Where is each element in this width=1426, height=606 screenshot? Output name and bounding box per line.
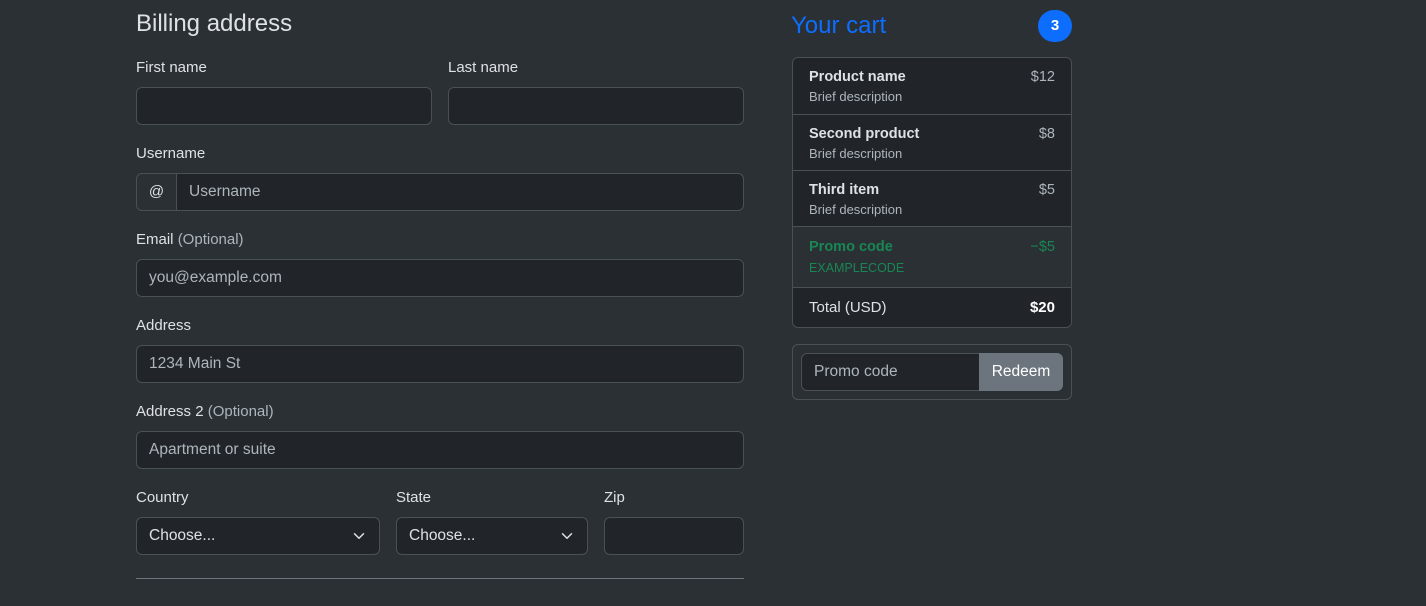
email-optional-text: (Optional)	[177, 231, 244, 248]
country-select[interactable]: Choose...	[136, 517, 380, 555]
state-label: State	[396, 489, 432, 506]
email-label-text: Email	[136, 231, 174, 248]
state-select[interactable]: Choose...	[396, 517, 588, 555]
first-name-label: First name	[136, 59, 207, 76]
cart-item-description: Brief description	[809, 89, 903, 104]
cart-title: Your cart	[791, 12, 887, 39]
country-selected-value: Choose...	[149, 527, 216, 544]
cart-list: Product name Brief description $12 Secon…	[792, 57, 1072, 328]
email-input[interactable]: you@example.com	[136, 259, 744, 297]
first-name-input[interactable]	[136, 87, 432, 125]
chevron-down-icon	[353, 533, 365, 539]
address-label: Address	[136, 317, 192, 334]
cart-item-description: Brief description	[809, 202, 903, 217]
zip-input[interactable]	[604, 517, 744, 555]
email-label: Email (Optional)	[136, 231, 244, 248]
username-input[interactable]: Username	[176, 173, 744, 211]
address2-label: Address 2 (Optional)	[136, 403, 274, 420]
total-amount: $20	[1029, 299, 1055, 316]
address-input[interactable]: 1234 Main St	[136, 345, 744, 383]
cart-item-price: $8	[1038, 126, 1055, 142]
address2-input[interactable]: Apartment or suite	[136, 431, 744, 469]
username-prefix: @	[136, 173, 177, 211]
last-name-label: Last name	[448, 59, 519, 76]
cart-item-name: Product name	[809, 69, 906, 85]
promo-form: Promo code Redeem	[792, 344, 1072, 400]
zip-label: Zip	[604, 489, 625, 506]
promo-code-input[interactable]: Promo code	[801, 353, 980, 391]
username-label: Username	[136, 145, 206, 162]
state-selected-value: Choose...	[409, 527, 476, 544]
cart-item-name: Second product	[809, 126, 920, 142]
promo-code-value: EXAMPLECODE	[809, 261, 905, 275]
promo-amount: −$5	[1030, 239, 1055, 255]
cart-count-badge: 3	[1038, 10, 1072, 42]
cart-total-row: Total (USD) $20	[793, 287, 1071, 327]
cart-item: Product name Brief description $12	[793, 58, 1071, 114]
last-name-input[interactable]	[448, 87, 744, 125]
cart-item: Third item Brief description $5	[793, 170, 1071, 226]
cart-item-price: $12	[1030, 69, 1055, 85]
form-divider	[136, 578, 744, 579]
billing-title: Billing address	[136, 10, 293, 37]
chevron-down-icon	[561, 533, 573, 539]
address2-optional-text: (Optional)	[207, 403, 274, 420]
redeem-button[interactable]: Redeem	[979, 353, 1063, 391]
cart-item-description: Brief description	[809, 146, 903, 161]
cart-item: Second product Brief description $8	[793, 114, 1071, 170]
address2-label-text: Address 2	[136, 403, 204, 420]
cart-item-price: $5	[1038, 182, 1055, 198]
total-label: Total (USD)	[809, 299, 887, 316]
cart-item-name: Third item	[809, 182, 880, 198]
cart-promo-row: Promo code EXAMPLECODE −$5	[793, 226, 1071, 287]
country-label: Country	[136, 489, 189, 506]
promo-name: Promo code	[809, 239, 893, 255]
